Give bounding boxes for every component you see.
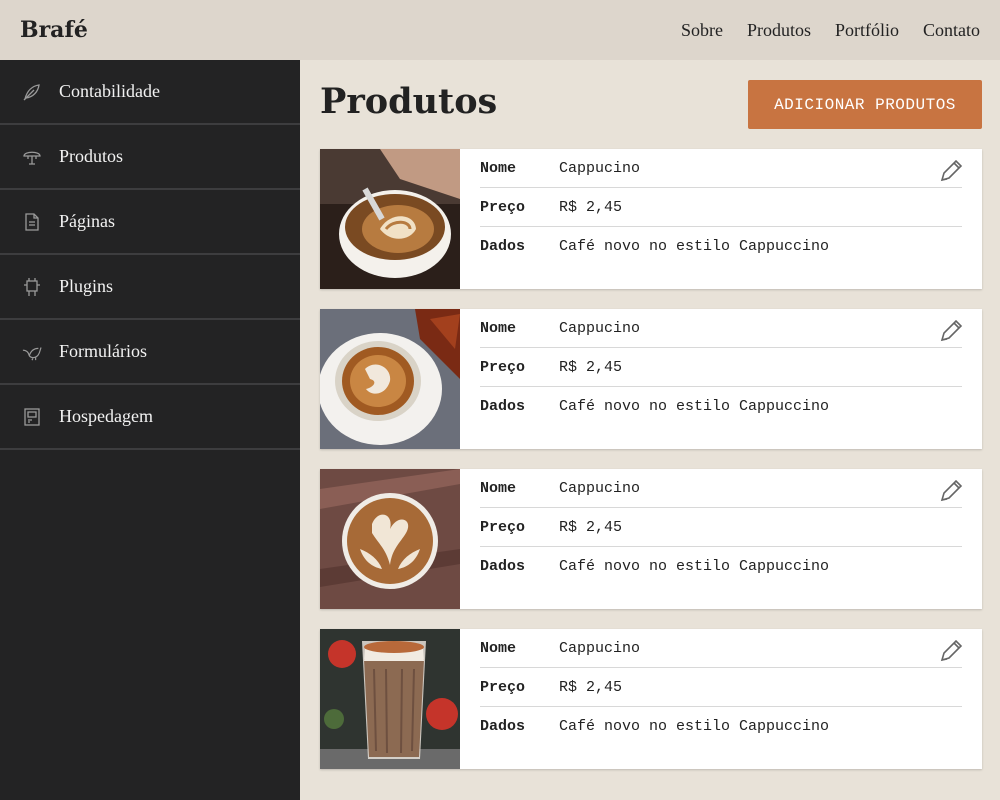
product-image xyxy=(320,629,460,769)
pencil-icon[interactable] xyxy=(938,318,964,344)
page-title: Produtos xyxy=(320,81,498,122)
nav-link-sobre[interactable]: Sobre xyxy=(681,20,723,41)
sidebar-item-label: Produtos xyxy=(59,146,124,166)
product-name-row: Nome Cappucino xyxy=(480,309,962,348)
product-list: Nome Cappucino Preço R$ 2,45 Dados Café … xyxy=(320,149,982,789)
product-price-row: Preço R$ 2,45 xyxy=(480,188,962,227)
product-price-row: Preço R$ 2,45 xyxy=(480,348,962,387)
name-label: Nome xyxy=(480,479,517,497)
sidebar: Contabilidade Produtos Páginas Plugins F… xyxy=(0,60,300,800)
price-label: Preço xyxy=(480,678,526,696)
product-data: Café novo no estilo Cappuccino xyxy=(559,238,830,255)
product-data: Café novo no estilo Cappuccino xyxy=(559,558,830,575)
product-details: Nome Cappucino Preço R$ 2,45 Dados Café … xyxy=(460,149,982,289)
brand-logo[interactable]: Brafé xyxy=(20,17,88,43)
product-image xyxy=(320,309,460,449)
product-image xyxy=(320,149,460,289)
sidebar-item-label: Contabilidade xyxy=(59,81,160,101)
add-products-button[interactable]: ADICIONAR PRODUTOS xyxy=(748,80,982,129)
plugin-icon xyxy=(22,277,42,297)
umbrella-icon xyxy=(22,147,42,167)
product-name-row: Nome Cappucino xyxy=(480,629,962,668)
sidebar-item-formularios[interactable]: Formulários xyxy=(0,320,300,385)
product-name: Cappucino xyxy=(559,479,641,497)
product-card: Nome Cappucino Preço R$ 2,45 Dados Café … xyxy=(320,149,982,289)
product-name: Cappucino xyxy=(559,159,641,177)
sidebar-item-hospedagem[interactable]: Hospedagem xyxy=(0,385,300,450)
bird-icon xyxy=(22,342,42,362)
product-name-row: Nome Cappucino xyxy=(480,149,962,188)
product-price: R$ 2,45 xyxy=(559,518,623,536)
nav-link-portfolio[interactable]: Portfólio xyxy=(835,20,899,41)
price-label: Preço xyxy=(480,358,526,376)
nav-link-contato[interactable]: Contato xyxy=(923,20,980,41)
data-label: Dados xyxy=(480,558,526,575)
product-image xyxy=(320,469,460,609)
sidebar-item-label: Plugins xyxy=(59,276,114,296)
main-nav: Sobre Produtos Portfólio Contato xyxy=(681,20,980,41)
product-price-row: Preço R$ 2,45 xyxy=(480,508,962,547)
product-data-row: Dados Café novo no estilo Cappuccino xyxy=(480,227,962,266)
price-label: Preço xyxy=(480,518,526,536)
data-label: Dados xyxy=(480,398,526,415)
leaf-icon xyxy=(22,82,42,102)
price-label: Preço xyxy=(480,198,526,216)
pencil-icon[interactable] xyxy=(938,478,964,504)
name-label: Nome xyxy=(480,319,517,337)
data-label: Dados xyxy=(480,718,526,735)
product-details: Nome Cappucino Preço R$ 2,45 Dados Café … xyxy=(460,469,982,609)
pencil-icon[interactable] xyxy=(938,638,964,664)
product-card: Nome Cappucino Preço R$ 2,45 Dados Café … xyxy=(320,309,982,449)
top-navbar: Brafé Sobre Produtos Portfólio Contato xyxy=(0,0,1000,60)
main-content: Produtos ADICIONAR PRODUTOS Nome Cappuci… xyxy=(300,60,1000,800)
sidebar-item-plugins[interactable]: Plugins xyxy=(0,255,300,320)
product-details: Nome Cappucino Preço R$ 2,45 Dados Café … xyxy=(460,629,982,769)
product-name-row: Nome Cappucino xyxy=(480,469,962,508)
product-price: R$ 2,45 xyxy=(559,358,623,376)
product-data: Café novo no estilo Cappuccino xyxy=(559,718,830,735)
name-label: Nome xyxy=(480,159,517,177)
name-label: Nome xyxy=(480,639,517,657)
server-icon xyxy=(22,407,42,427)
product-data-row: Dados Café novo no estilo Cappuccino xyxy=(480,547,962,586)
sidebar-item-label: Páginas xyxy=(59,211,115,231)
product-price-row: Preço R$ 2,45 xyxy=(480,668,962,707)
sidebar-item-produtos[interactable]: Produtos xyxy=(0,125,300,190)
data-label: Dados xyxy=(480,238,526,255)
product-price: R$ 2,45 xyxy=(559,678,623,696)
sidebar-item-label: Hospedagem xyxy=(59,406,153,426)
product-details: Nome Cappucino Preço R$ 2,45 Dados Café … xyxy=(460,309,982,449)
document-icon xyxy=(22,212,42,232)
sidebar-item-label: Formulários xyxy=(59,341,147,361)
sidebar-item-paginas[interactable]: Páginas xyxy=(0,190,300,255)
product-name: Cappucino xyxy=(559,319,641,337)
product-card: Nome Cappucino Preço R$ 2,45 Dados Café … xyxy=(320,469,982,609)
product-data: Café novo no estilo Cappuccino xyxy=(559,398,830,415)
product-price: R$ 2,45 xyxy=(559,198,623,216)
sidebar-item-contabilidade[interactable]: Contabilidade xyxy=(0,60,300,125)
nav-link-produtos[interactable]: Produtos xyxy=(747,20,811,41)
product-data-row: Dados Café novo no estilo Cappuccino xyxy=(480,387,962,426)
pencil-icon[interactable] xyxy=(938,158,964,184)
product-card: Nome Cappucino Preço R$ 2,45 Dados Café … xyxy=(320,629,982,769)
product-data-row: Dados Café novo no estilo Cappuccino xyxy=(480,707,962,746)
product-name: Cappucino xyxy=(559,639,641,657)
